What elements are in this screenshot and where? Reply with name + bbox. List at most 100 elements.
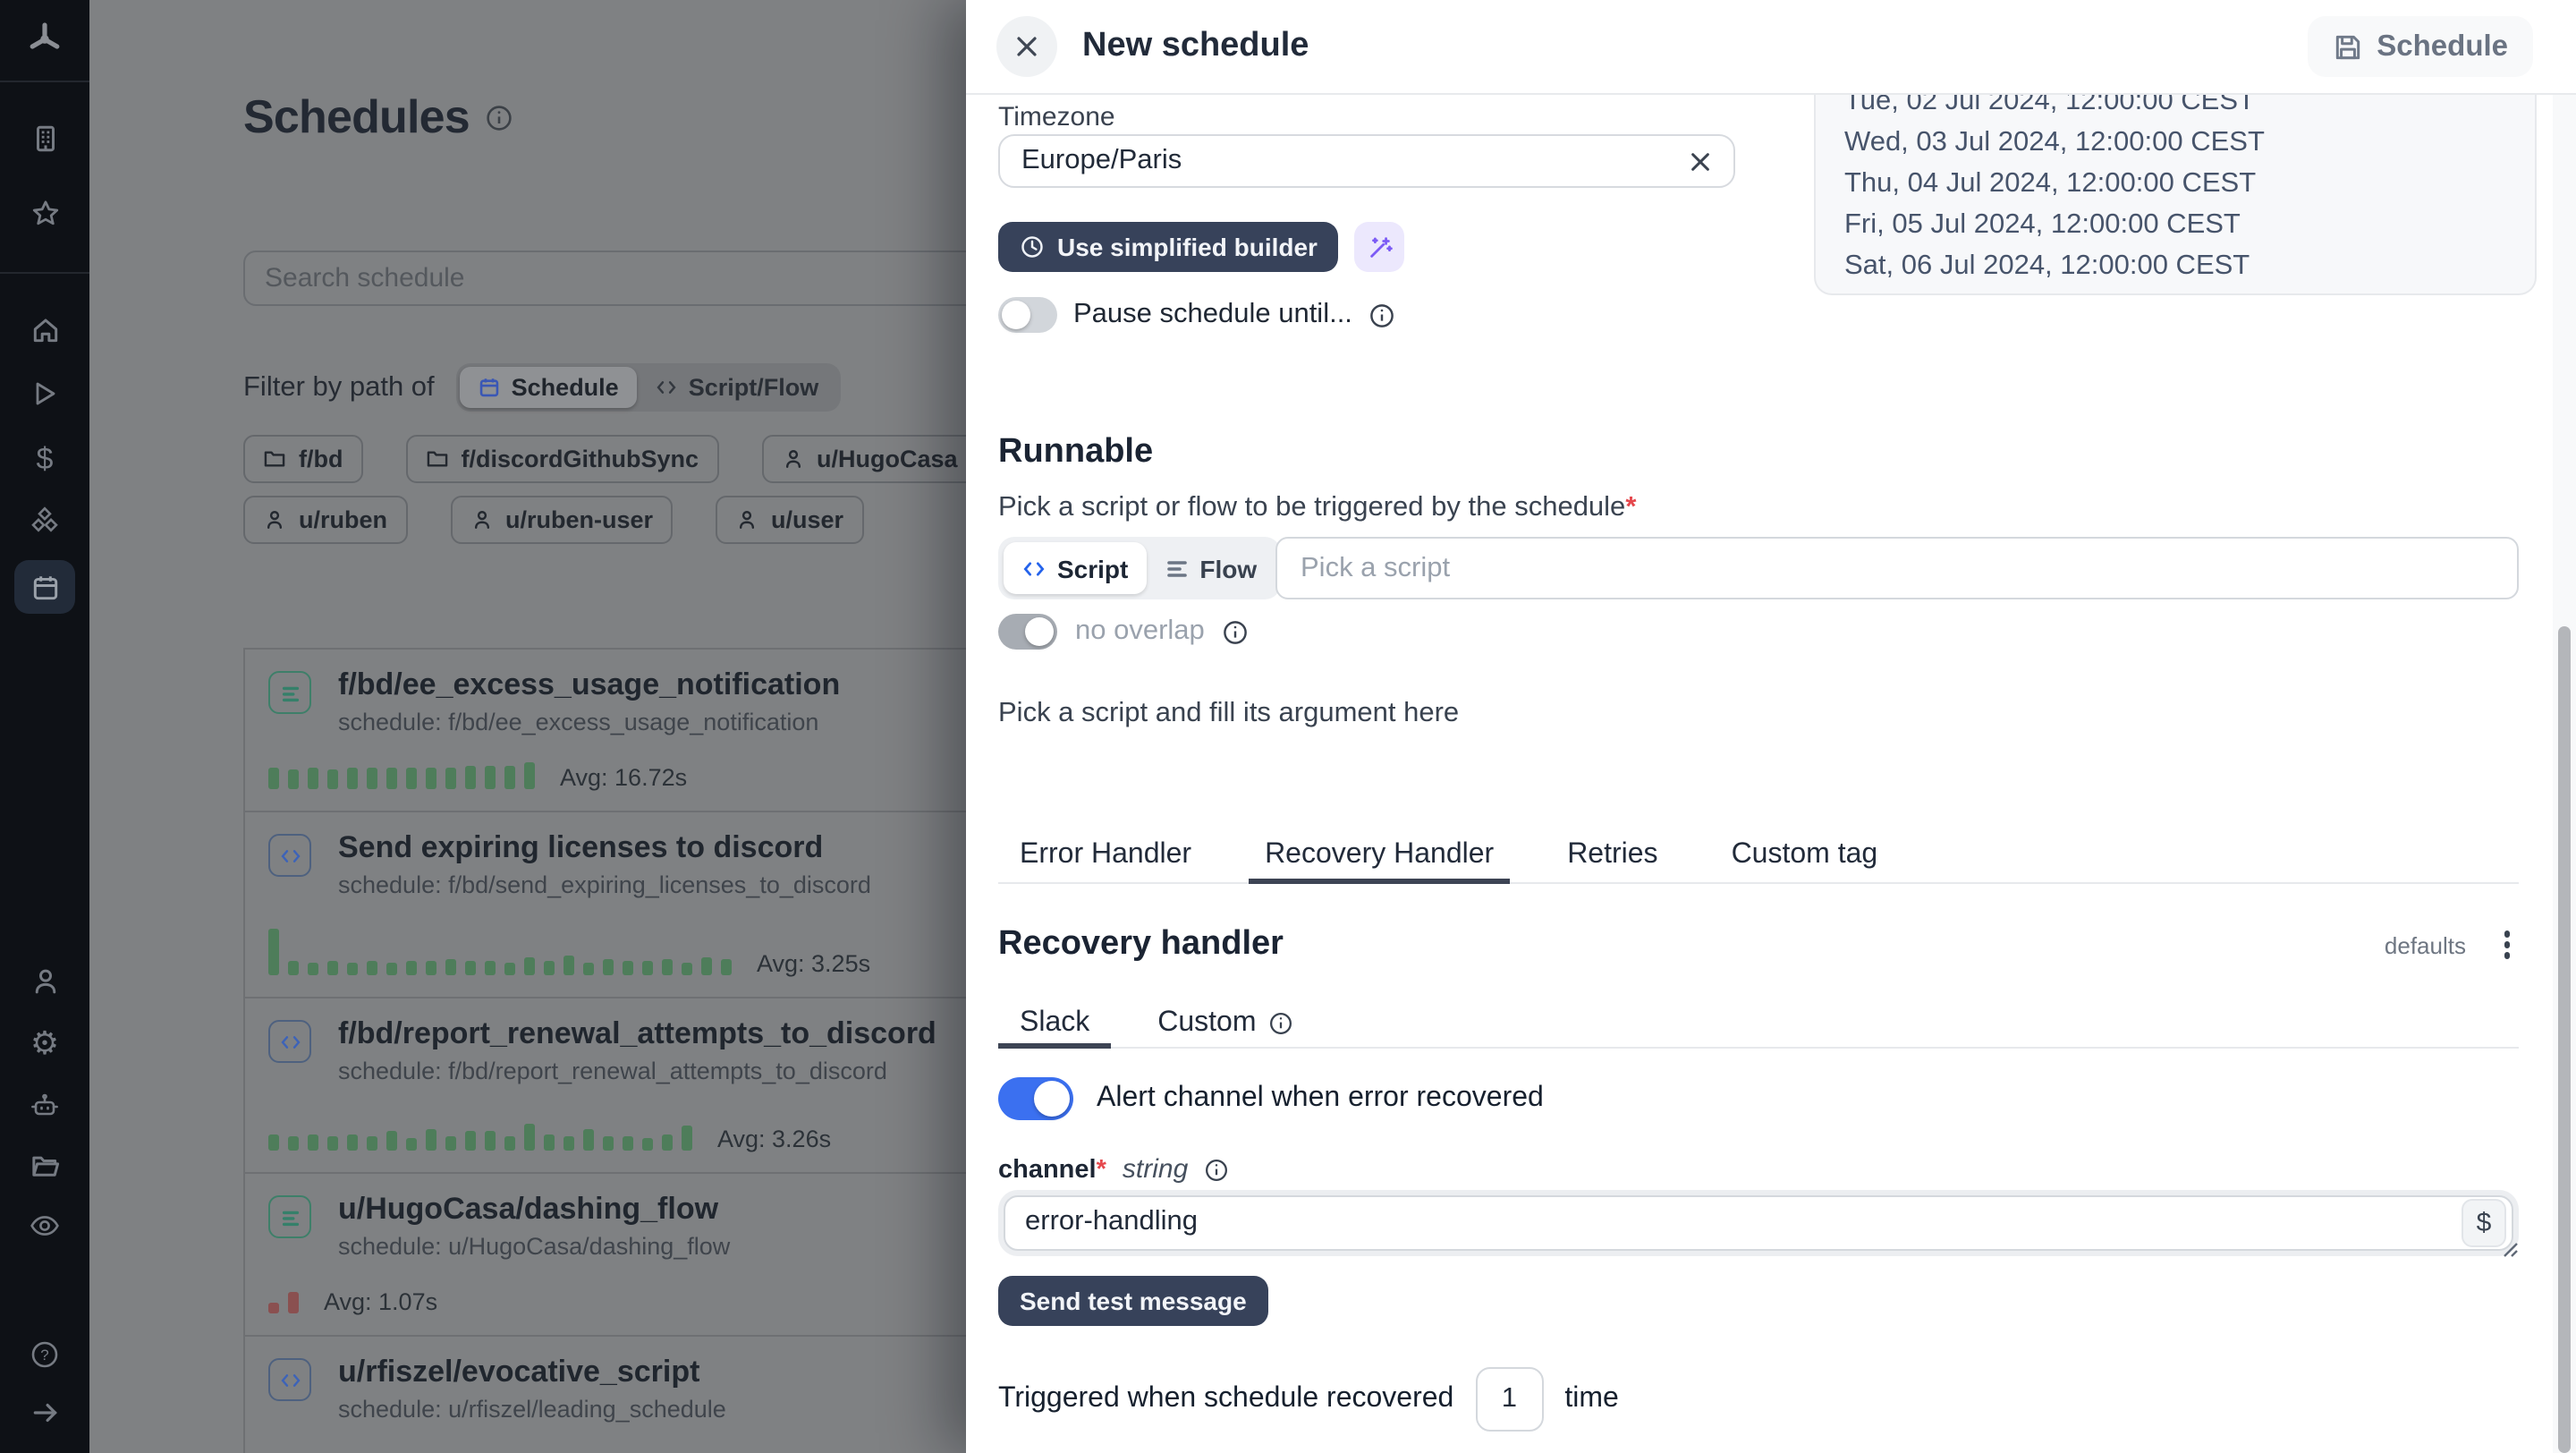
- preview-date: Tue, 02 Jul 2024, 12:00:00 CEST: [1844, 95, 2506, 122]
- recovery-subtabs: Slack Custom: [998, 998, 2519, 1049]
- sidebar-item-folders[interactable]: [0, 1138, 89, 1192]
- user-icon: [735, 508, 758, 531]
- filter-option-script-flow[interactable]: Script/Flow: [637, 367, 837, 408]
- schedule-title: Send expiring licenses to discord: [338, 830, 823, 866]
- code-icon: [655, 376, 678, 399]
- calendar-icon: [478, 376, 501, 399]
- tab-retries[interactable]: Retries: [1551, 828, 1674, 882]
- path-chip[interactable]: u/ruben-user: [450, 496, 673, 544]
- send-test-message-button[interactable]: Send test message: [998, 1276, 1268, 1326]
- path-chip[interactable]: f/bd: [243, 435, 363, 483]
- triggered-times-input[interactable]: [1475, 1367, 1543, 1432]
- chip-label: f/discordGithubSync: [462, 446, 699, 472]
- tab-error-handler[interactable]: Error Handler: [1004, 828, 1208, 882]
- script-icon: [268, 834, 311, 877]
- preview-date: Sat, 06 Jul 2024, 12:00:00 CEST: [1844, 245, 2506, 286]
- subtab-custom[interactable]: Custom: [1136, 998, 1315, 1047]
- required-asterisk: *: [1097, 1155, 1106, 1184]
- path-chip[interactable]: f/discordGithubSync: [406, 435, 719, 483]
- schedule-path: schedule: u/HugoCasa/dashing_flow: [338, 1233, 730, 1260]
- channel-input[interactable]: error-handling: [1005, 1197, 2512, 1249]
- drawer-body: Timezone Use simplified builder Pause sc…: [966, 95, 2576, 1453]
- drawer-title: New schedule: [1082, 27, 1309, 66]
- drawer-header: New schedule Schedule: [966, 0, 2576, 95]
- alert-channel-toggle[interactable]: [998, 1077, 1073, 1120]
- sidebar-item-workspace[interactable]: [0, 111, 89, 165]
- schedule-title: u/HugoCasa/dashing_flow: [338, 1192, 718, 1228]
- no-overlap-toggle[interactable]: [998, 614, 1057, 650]
- kind-option-label: Script: [1057, 554, 1128, 582]
- variable-picker-button[interactable]: $: [2462, 1199, 2506, 1247]
- timezone-input[interactable]: [1021, 145, 1689, 177]
- sidebar-item-user[interactable]: [0, 954, 89, 1007]
- clear-icon[interactable]: [1689, 149, 1712, 173]
- tab-custom-tag[interactable]: Custom tag: [1716, 828, 1894, 882]
- info-icon[interactable]: [1368, 302, 1395, 328]
- pick-script-input[interactable]: [1275, 537, 2519, 599]
- avg-duration: Avg: 1.07s: [324, 1290, 437, 1313]
- info-icon[interactable]: [1204, 1157, 1229, 1182]
- ai-wand-button[interactable]: [1355, 222, 1405, 272]
- magic-wand-icon: [1367, 234, 1394, 260]
- avg-duration: Avg: 16.72s: [560, 766, 687, 789]
- subtab-label: Custom: [1157, 1007, 1256, 1039]
- sidebar-item-variables[interactable]: $: [0, 431, 89, 485]
- use-simplified-builder-button[interactable]: Use simplified builder: [998, 222, 1339, 272]
- user-icon: [263, 508, 286, 531]
- flow-icon: [268, 1195, 311, 1238]
- path-chip[interactable]: u/user: [716, 496, 863, 544]
- sidebar-item-home[interactable]: [0, 302, 89, 356]
- schedule-list-item[interactable]: u/rfiszel/evocative_script schedule: u/r…: [245, 1337, 1086, 1453]
- runs-bar-chart[interactable]: [268, 929, 732, 975]
- schedule-list-item[interactable]: Send expiring licenses to discord schedu…: [245, 812, 1086, 998]
- sidebar-divider: [0, 272, 89, 274]
- sidebar-item-favorites[interactable]: [0, 186, 89, 240]
- filter-option-schedule[interactable]: Schedule: [460, 367, 637, 408]
- runs-bar-chart[interactable]: [268, 762, 535, 789]
- kind-option-script[interactable]: Script: [1004, 542, 1146, 594]
- expand-sidebar-icon[interactable]: [0, 1385, 89, 1439]
- user-icon: [781, 447, 804, 471]
- kebab-menu-icon[interactable]: [2495, 926, 2519, 964]
- sidebar-item-runs[interactable]: [0, 367, 89, 421]
- path-chip[interactable]: u/ruben: [243, 496, 407, 544]
- close-button[interactable]: [996, 16, 1057, 77]
- subtab-slack[interactable]: Slack: [998, 998, 1111, 1047]
- channel-field: error-handling $: [998, 1190, 2519, 1256]
- required-asterisk: *: [1625, 492, 1636, 523]
- pause-schedule-toggle[interactable]: [998, 297, 1057, 333]
- drawer-scrollbar[interactable]: [2553, 95, 2576, 1453]
- pick-runnable-label: Pick a script or flow to be triggered by…: [998, 492, 1625, 523]
- sidebar-item-settings[interactable]: ⚙: [0, 1016, 89, 1070]
- preview-date: Thu, 04 Jul 2024, 12:00:00 CEST: [1844, 163, 2506, 204]
- help-icon[interactable]: ?: [0, 1328, 89, 1381]
- schedule-list-item[interactable]: f/bd/ee_excess_usage_notification schedu…: [245, 650, 1086, 812]
- script-icon: [268, 1358, 311, 1401]
- info-icon[interactable]: [1223, 618, 1250, 645]
- calendar-icon: [30, 572, 60, 602]
- sidebar-item-audit-logs[interactable]: [0, 1199, 89, 1253]
- defaults-label: defaults: [2385, 931, 2466, 958]
- resize-handle-icon[interactable]: [2501, 1240, 2519, 1258]
- info-icon[interactable]: [486, 103, 514, 132]
- sidebar-item-workers[interactable]: [0, 1079, 89, 1133]
- scrollbar-thumb[interactable]: [2558, 626, 2571, 1453]
- runs-bar-chart[interactable]: [268, 1292, 299, 1313]
- triggered-suffix: time: [1564, 1383, 1618, 1415]
- user-icon: [470, 508, 493, 531]
- schedule-save-button[interactable]: Schedule: [2307, 16, 2533, 77]
- sidebar-item-resources[interactable]: [0, 496, 89, 549]
- kind-option-flow[interactable]: Flow: [1146, 542, 1275, 594]
- preview-date: Fri, 05 Jul 2024, 12:00:00 CEST: [1844, 204, 2506, 245]
- schedule-list-item[interactable]: f/bd/report_renewal_attempts_to_discord …: [245, 998, 1086, 1174]
- search-input[interactable]: [243, 251, 1057, 306]
- path-chip[interactable]: u/HugoCasa: [761, 435, 978, 483]
- sidebar-item-schedules[interactable]: [14, 560, 75, 614]
- tab-recovery-handler[interactable]: Recovery Handler: [1249, 828, 1510, 882]
- windmill-logo-icon[interactable]: [0, 13, 89, 66]
- app-window: $ ⚙ ? S: [0, 0, 2576, 1453]
- avg-duration: Avg: 3.25s: [757, 952, 870, 975]
- runs-bar-chart[interactable]: [268, 1124, 692, 1151]
- timezone-field: [998, 134, 1735, 188]
- schedule-list-item[interactable]: u/HugoCasa/dashing_flow schedule: u/Hugo…: [245, 1174, 1086, 1337]
